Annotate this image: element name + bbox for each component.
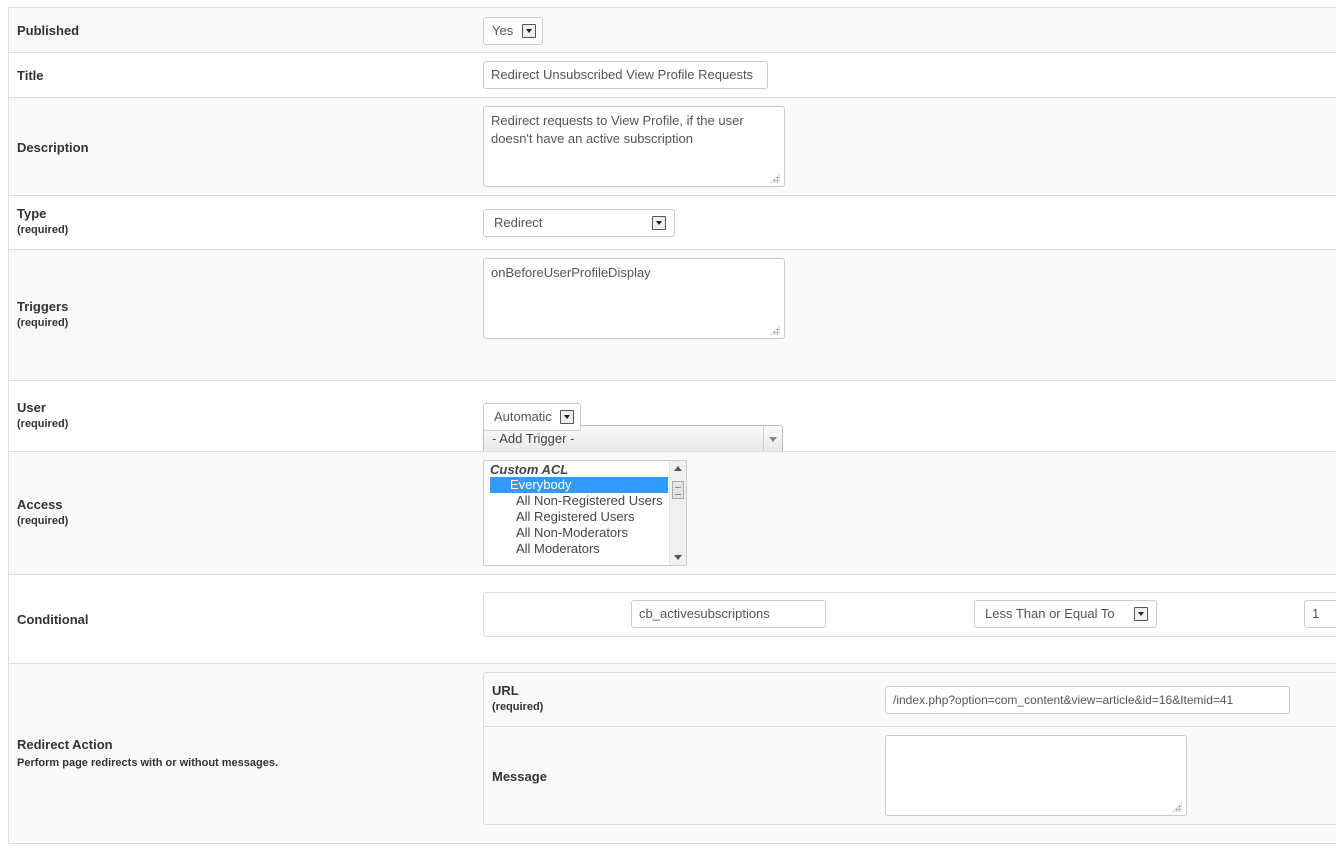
chevron-down-icon bbox=[652, 216, 666, 230]
row-triggers: Triggers (required) onBeforeUserProfileD… bbox=[9, 250, 1336, 453]
access-label-block: Access (required) bbox=[17, 497, 68, 527]
listbox-scrollbar[interactable] bbox=[669, 461, 686, 565]
triggers-label-block: Triggers (required) bbox=[17, 299, 68, 329]
chevron-down-icon bbox=[522, 24, 536, 38]
scroll-thumb[interactable] bbox=[672, 481, 684, 499]
redirect-action-description: Perform page redirects with or without m… bbox=[17, 757, 279, 769]
required-note: (required) bbox=[17, 418, 69, 430]
row-user: User (required) Automatic bbox=[9, 381, 1336, 452]
description-text: Redirect requests to View Profile, if th… bbox=[491, 113, 744, 146]
user-select[interactable]: Automatic bbox=[483, 403, 581, 431]
list-option[interactable]: All Non-Registered Users bbox=[490, 493, 668, 509]
access-listbox[interactable]: Custom ACL Everybody All Non-Registered … bbox=[483, 460, 687, 566]
resize-grip-icon[interactable] bbox=[770, 173, 780, 183]
conditional-panel: cb_activesubscriptions Less Than or Equa… bbox=[483, 592, 1336, 637]
option-group: Custom ACL bbox=[490, 462, 569, 477]
message-textarea[interactable] bbox=[885, 735, 1187, 816]
redirect-action-label: Redirect Action bbox=[17, 737, 113, 752]
type-label-block: Type (required) bbox=[17, 206, 68, 236]
published-value: Yes bbox=[492, 23, 514, 38]
triggers-textarea[interactable]: onBeforeUserProfileDisplay bbox=[483, 258, 785, 339]
conditional-label: Conditional bbox=[17, 612, 89, 627]
scroll-down-icon[interactable] bbox=[674, 555, 682, 560]
row-access: Access (required) Custom ACL Everybody A… bbox=[9, 452, 1336, 575]
conditional-operator-value: Less Than or Equal To bbox=[985, 606, 1115, 621]
scroll-up-icon[interactable] bbox=[674, 466, 682, 471]
required-note: (required) bbox=[17, 515, 69, 527]
chevron-down-icon bbox=[560, 410, 574, 424]
row-redirect-action: Redirect Action Perform page redirects w… bbox=[9, 664, 1336, 844]
title-input[interactable]: Redirect Unsubscribed View Profile Reque… bbox=[483, 61, 768, 89]
type-value: Redirect bbox=[494, 215, 543, 230]
user-value: Automatic bbox=[494, 409, 552, 424]
url-label: URL bbox=[492, 683, 519, 698]
user-label: User bbox=[17, 400, 46, 415]
list-option[interactable]: All Non-Moderators bbox=[490, 525, 668, 541]
required-note: (required) bbox=[17, 224, 69, 236]
list-option[interactable]: All Registered Users bbox=[490, 509, 668, 525]
url-label-block: URL (required) bbox=[492, 683, 543, 713]
triggers-label: Triggers bbox=[17, 299, 69, 314]
resize-grip-icon[interactable] bbox=[1172, 802, 1182, 812]
row-published: Published Yes bbox=[9, 8, 1336, 53]
access-label: Access bbox=[17, 497, 63, 512]
url-subrow: URL (required) /index.php?option=com_con… bbox=[484, 673, 1336, 727]
description-textarea[interactable]: Redirect requests to View Profile, if th… bbox=[483, 106, 785, 187]
type-select[interactable]: Redirect bbox=[483, 209, 675, 237]
redirect-action-panel: URL (required) /index.php?option=com_con… bbox=[483, 672, 1336, 825]
published-select[interactable]: Yes bbox=[483, 17, 543, 45]
type-label: Type bbox=[17, 206, 47, 221]
user-label-block: User (required) bbox=[17, 400, 68, 430]
rule-form: Published Yes Title Redirect Unsubscribe… bbox=[8, 7, 1336, 844]
message-label: Message bbox=[492, 769, 547, 784]
redirect-action-label-block: Redirect Action Perform page redirects w… bbox=[17, 737, 278, 769]
row-type: Type (required) Redirect bbox=[9, 196, 1336, 250]
description-label: Description bbox=[17, 140, 89, 155]
list-option-selected[interactable]: Everybody bbox=[490, 477, 668, 493]
required-note: (required) bbox=[17, 317, 69, 329]
url-input[interactable]: /index.php?option=com_content&view=artic… bbox=[885, 686, 1290, 714]
message-subrow: Message bbox=[484, 727, 1336, 825]
list-option[interactable]: All Moderators bbox=[490, 541, 668, 557]
published-label: Published bbox=[17, 23, 80, 38]
title-label: Title bbox=[17, 68, 44, 83]
chevron-down-icon bbox=[1134, 607, 1148, 621]
conditional-field-input[interactable]: cb_activesubscriptions bbox=[631, 600, 826, 628]
conditional-operator-select[interactable]: Less Than or Equal To bbox=[974, 600, 1157, 628]
row-conditional: Conditional cb_activesubscriptions Less … bbox=[9, 575, 1336, 664]
row-description: Description Redirect requests to View Pr… bbox=[9, 98, 1336, 196]
resize-grip-icon[interactable] bbox=[770, 325, 780, 335]
triggers-text: onBeforeUserProfileDisplay bbox=[491, 265, 651, 280]
conditional-value-input[interactable]: 1 bbox=[1304, 600, 1336, 628]
row-title: Title Redirect Unsubscribed View Profile… bbox=[9, 53, 1336, 98]
required-note: (required) bbox=[492, 701, 544, 713]
